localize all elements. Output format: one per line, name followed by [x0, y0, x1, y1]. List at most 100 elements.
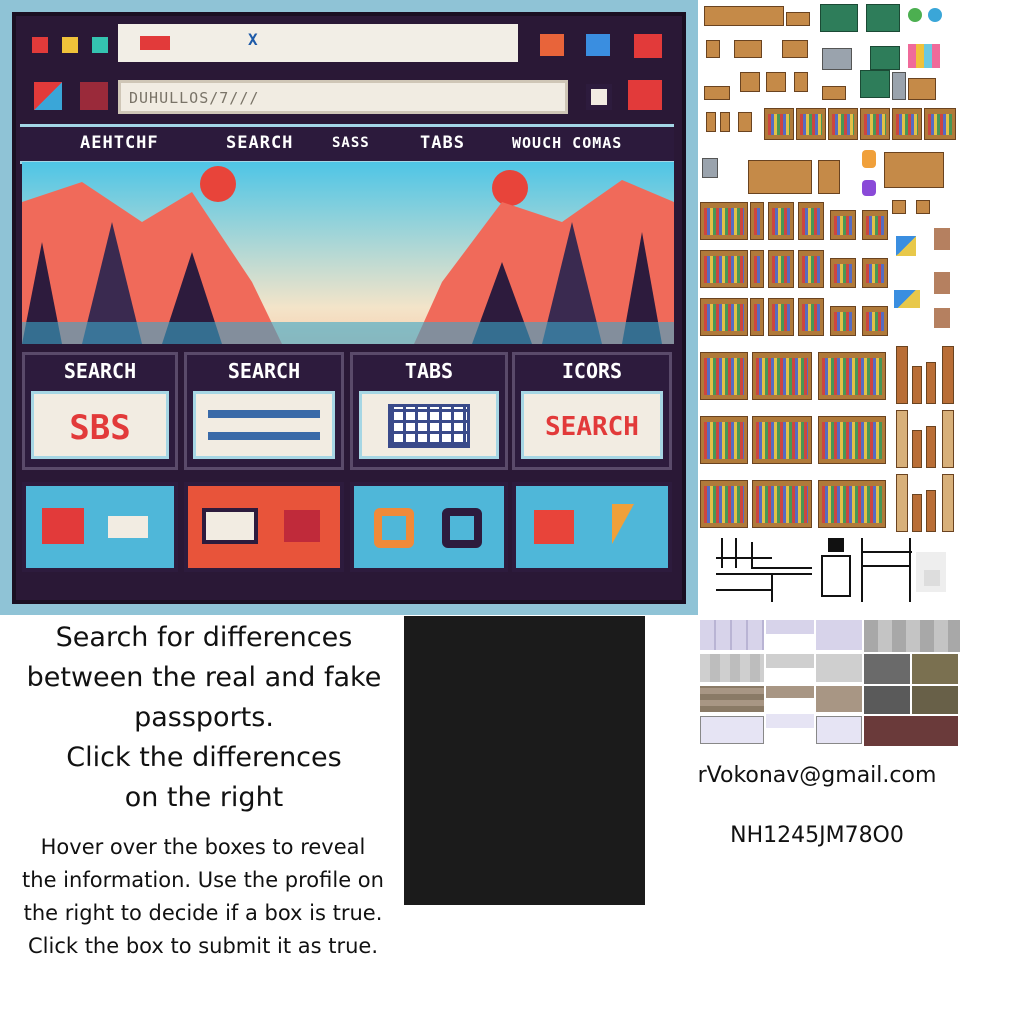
reception-desk-sprite: [884, 152, 944, 188]
computer-desk-sprite: [748, 160, 812, 194]
bookshelf-large-sprite: [700, 352, 748, 400]
pixel-mountains-illustration: [22, 166, 674, 344]
post-sprite: [942, 410, 954, 468]
card-icons[interactable]: ICORS SEARCH: [512, 352, 672, 470]
post-sprite: [912, 430, 922, 468]
desk-with-board-sprite: [870, 46, 900, 70]
profile-passport-number: NH1245JM78O0: [730, 823, 904, 848]
bookshelf-sprite: [924, 108, 956, 140]
floor-tile: [700, 716, 764, 744]
address-bar-text: DUHULLOS/7///: [129, 89, 260, 107]
bookshelf-large-sprite: [818, 480, 886, 528]
menu-icon[interactable]: [628, 80, 662, 110]
forward-arrow-icon[interactable]: [80, 82, 108, 110]
post-sprite: [912, 366, 922, 404]
chat-bubble-icon: [108, 516, 148, 538]
cursor-icon: [612, 504, 634, 544]
bookshelf-sprite: [860, 108, 890, 140]
instructions-heading-line: between the real and fake: [26, 662, 382, 693]
bookshelf-sprite: [798, 298, 824, 336]
bookshelf-sprite: [862, 258, 888, 288]
floor-tile: [912, 654, 958, 684]
chair-sprite: [740, 72, 760, 92]
browser-tab[interactable]: X: [118, 24, 518, 62]
bookshelf-sprite: [862, 306, 888, 336]
card-search-2[interactable]: SEARCH: [184, 352, 344, 470]
post-sprite: [912, 494, 922, 532]
card-mail[interactable]: [184, 482, 344, 572]
nav-item-1[interactable]: AEHTCHF: [80, 133, 159, 153]
heart-icon: [284, 510, 320, 542]
small-box-sprite: [916, 200, 930, 214]
card-loading[interactable]: [350, 482, 508, 572]
globe-icon: [908, 8, 922, 22]
chalkboard-sprite: [866, 4, 900, 32]
chair-sprite: [794, 72, 808, 92]
post-sprite: [942, 474, 954, 532]
floor-tile: [700, 686, 764, 712]
search-field-illustration-2: [208, 432, 320, 440]
window-dot-red: [32, 37, 48, 53]
bookshelf-sprite: [862, 210, 888, 240]
floor-tile: [766, 654, 814, 668]
card-message[interactable]: [22, 482, 178, 572]
character-sprite: [862, 180, 876, 196]
tab-favicon-icon: [140, 36, 170, 50]
post-sprite: [896, 346, 908, 404]
hero-landscape-image: [22, 162, 674, 344]
desk-sprite: [704, 6, 784, 26]
bookshelf-sprite: [830, 210, 856, 240]
card-title: ICORS: [561, 359, 623, 383]
bookshelf-large-sprite: [700, 480, 748, 528]
lectern-sprite: [934, 272, 950, 294]
bookmark-icon[interactable]: [586, 84, 612, 110]
inbox-icon: [42, 508, 84, 544]
card-body: SEARCH: [521, 391, 663, 459]
floor-tile: [700, 620, 764, 650]
window-maximize-icon[interactable]: [586, 34, 610, 56]
chair-sprite: [706, 112, 716, 132]
bookshelf-sprite: [798, 202, 824, 240]
window-minimize-icon[interactable]: [540, 34, 564, 56]
window-close-icon[interactable]: [634, 34, 662, 58]
card-search-1[interactable]: SEARCH SBS: [22, 352, 178, 470]
address-bar[interactable]: DUHULLOS/7///: [118, 80, 568, 114]
card-content-text: SBS: [69, 408, 131, 448]
hidden-info-box[interactable]: [404, 616, 645, 905]
laptop-icon: [202, 508, 258, 544]
chair-sprite: [720, 112, 730, 132]
tv-sprite: [908, 78, 936, 100]
tab-close-icon[interactable]: X: [248, 30, 258, 49]
bookshelf-sprite: [830, 258, 856, 288]
card-title: SEARCH: [63, 359, 137, 383]
wall-outline-tiles: [716, 538, 946, 602]
instructions-heading-line: Click the differences: [66, 742, 342, 773]
card-body: SBS: [31, 391, 169, 459]
small-box-sprite: [892, 200, 906, 214]
teacher-desk-sprite: [860, 70, 890, 98]
lectern-sprite: [934, 228, 950, 250]
lectern-sprite: [934, 308, 950, 328]
chair-sprite: [706, 40, 720, 58]
post-sprite: [926, 490, 936, 532]
card-tabs[interactable]: TABS: [350, 352, 508, 470]
desk-sprite: [822, 86, 846, 100]
instructions-body: Hover over the boxes to reveal the infor…: [22, 835, 384, 958]
bookshelf-sprite: [700, 250, 748, 288]
post-sprite: [896, 410, 908, 468]
nav-item-tabs[interactable]: TABS: [420, 133, 465, 153]
desk-sprite: [734, 40, 762, 58]
tile-swatch-sprite: [908, 44, 940, 68]
floor-tile: [864, 716, 958, 746]
card-pointer[interactable]: [512, 482, 672, 572]
ring-icon: [374, 508, 414, 548]
nav-item-search[interactable]: SEARCH: [226, 133, 293, 153]
back-arrow-icon[interactable]: [34, 82, 62, 110]
bookshelf-sprite: [750, 202, 764, 240]
bookshelf-sprite: [764, 108, 794, 140]
floor-tile-sheet: [698, 618, 960, 746]
computer-desk-sprite: [818, 160, 840, 194]
nav-item-5[interactable]: WOUCH COMAS: [512, 134, 622, 152]
nav-item-3[interactable]: SASS: [332, 135, 370, 151]
bookshelf-sprite: [768, 202, 794, 240]
